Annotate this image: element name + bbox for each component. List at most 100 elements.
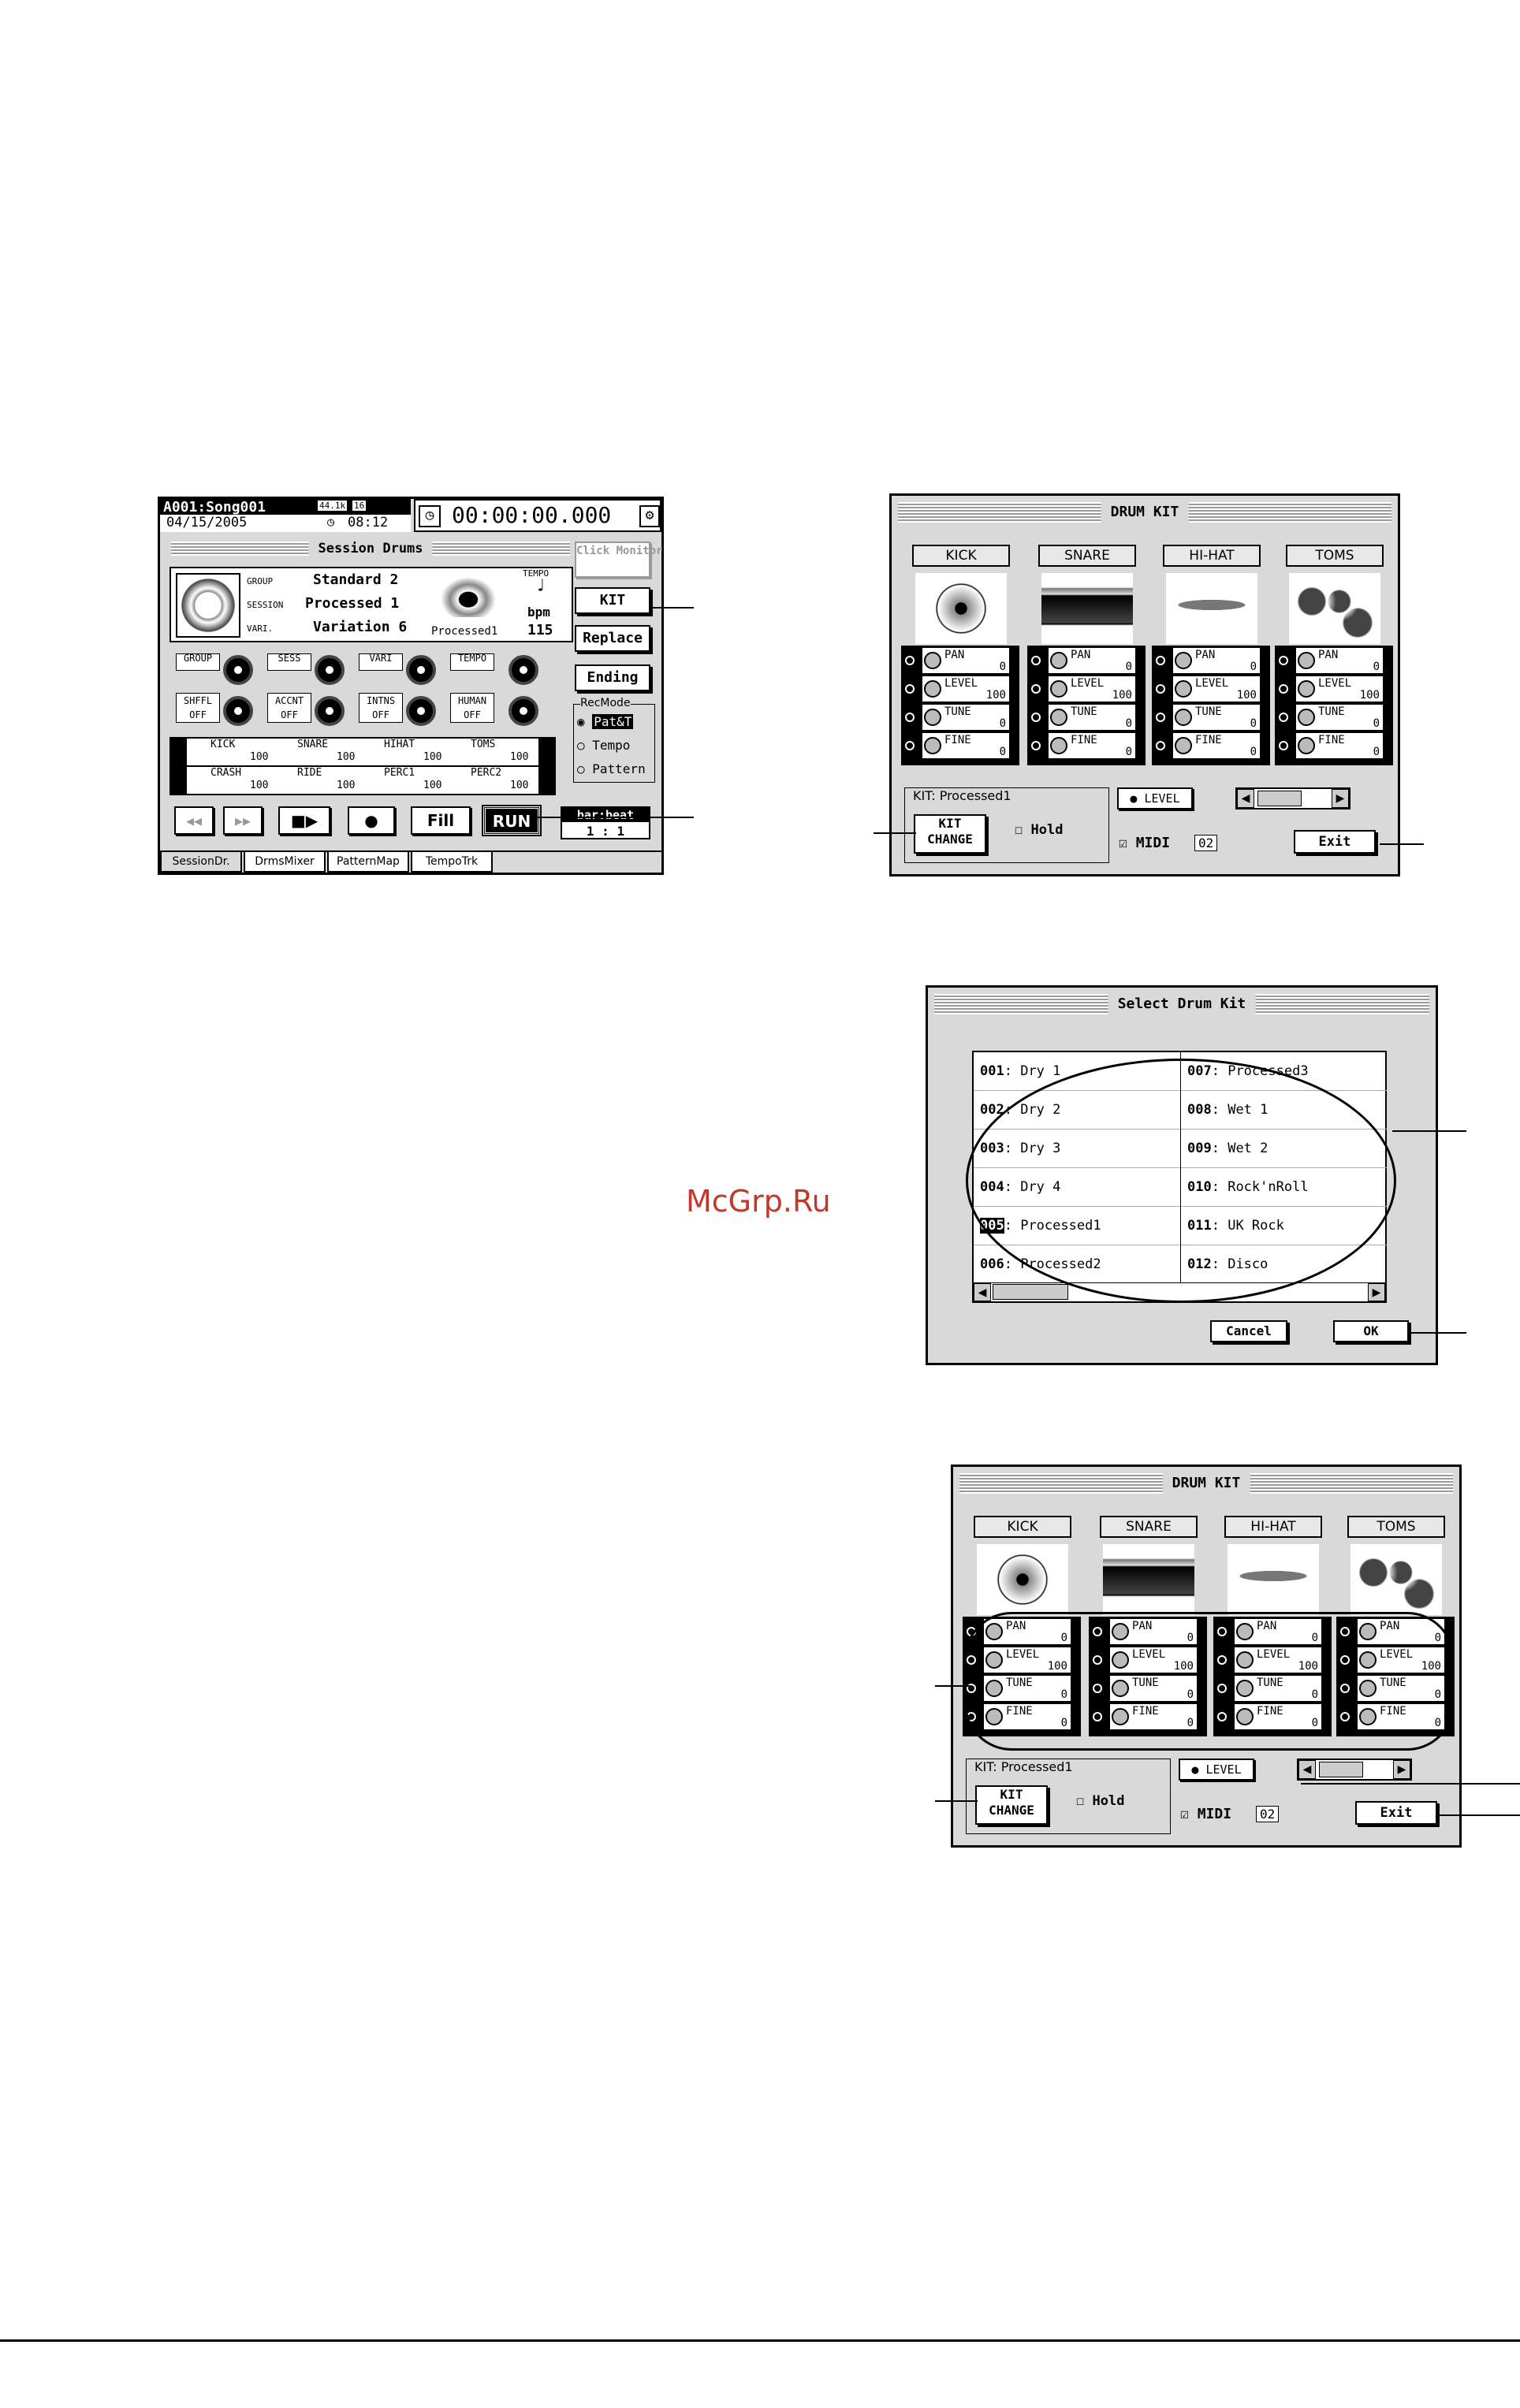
scroll-thumb[interactable] xyxy=(1319,1762,1363,1777)
scroll-thumb[interactable] xyxy=(1257,791,1302,806)
kick-level[interactable]: LEVEL 100 xyxy=(922,676,1010,702)
play-button[interactable]: ■▶ xyxy=(278,806,330,835)
knob-icon xyxy=(1050,652,1067,669)
run-button[interactable]: RUN xyxy=(482,805,542,836)
kick-drum-icon xyxy=(915,573,1007,644)
hold-checkbox[interactable]: ☐ Hold xyxy=(1076,1793,1124,1809)
scroll-right-icon[interactable]: ▶ xyxy=(1368,1283,1385,1301)
accnt-knob[interactable] xyxy=(315,696,345,726)
toms-fine[interactable]: FINE 0 xyxy=(1295,732,1384,759)
level-scrollbar[interactable]: ◀ ▶ xyxy=(1297,1759,1412,1781)
ok-button[interactable]: OK xyxy=(1333,1320,1409,1342)
kick-tune[interactable]: TUNE 0 xyxy=(922,704,1010,731)
recmode-pat-radio[interactable]: ◉ Pat&T xyxy=(577,714,634,729)
settings-icon[interactable]: ⚙ xyxy=(639,505,660,527)
snare-level-name[interactable]: SNARE xyxy=(297,739,328,750)
cancel-button[interactable]: Cancel xyxy=(1210,1320,1287,1342)
group-knob[interactable] xyxy=(223,655,253,685)
kick-drum-icon xyxy=(977,1544,1068,1615)
snare-pan[interactable]: PAN 0 xyxy=(1048,647,1136,674)
hihat-level[interactable]: LEVEL 100 xyxy=(1172,676,1261,702)
knob-row-2: SHFFL OFF ACCNT OFF INTNS OFF HUMAN OFF xyxy=(170,691,573,731)
hihat-label: HI-HAT xyxy=(1224,1516,1322,1538)
knob-icon xyxy=(924,709,941,726)
sess-knob[interactable] xyxy=(315,655,345,685)
tempo-knob[interactable] xyxy=(509,655,538,685)
list-highlight-ellipse xyxy=(966,1059,1396,1303)
scroll-left-icon[interactable]: ◀ xyxy=(1237,789,1254,808)
hihat-fine[interactable]: FINE 0 xyxy=(1172,732,1261,759)
tab-tempo-track[interactable]: TempoTrk xyxy=(411,852,493,873)
perc1-level-name[interactable]: PERC1 xyxy=(384,767,415,779)
snare-tune[interactable]: TUNE 0 xyxy=(1048,704,1136,731)
knob-icon xyxy=(1050,737,1067,754)
hold-checkbox[interactable]: ☐ Hold xyxy=(1015,822,1063,838)
record-button[interactable]: ● xyxy=(348,806,395,835)
perc1-level-value: 100 xyxy=(423,780,442,791)
tab-bar: SessionDr. DrmsMixer PatternMap TempoTrk xyxy=(160,850,661,873)
toms-icon xyxy=(1350,1544,1442,1615)
toms-pan[interactable]: PAN 0 xyxy=(1295,647,1384,674)
perc2-level-name[interactable]: PERC2 xyxy=(471,767,501,779)
ending-button[interactable]: Ending xyxy=(575,664,650,691)
crash-level-name[interactable]: CRASH xyxy=(210,767,241,779)
kit-change-button[interactable]: KIT CHANGE xyxy=(914,814,986,854)
intns-knob[interactable] xyxy=(406,696,436,726)
level-scrollbar[interactable]: ◀ ▶ xyxy=(1235,787,1350,809)
vari-knob[interactable] xyxy=(406,655,436,685)
kick-pan[interactable]: PAN 0 xyxy=(922,647,1010,674)
knob-row-1: GROUP SESS VARI TEMPO xyxy=(170,652,573,691)
rewind-button[interactable]: ◂◂ xyxy=(174,806,214,835)
hihat-params: PAN 0 LEVEL 100 TUNE 0 FINE 0 xyxy=(1152,646,1270,765)
kick-level-name[interactable]: KICK xyxy=(210,739,235,750)
locate-icon[interactable]: ◷ xyxy=(419,505,441,527)
midi-channel[interactable]: 02 xyxy=(1194,835,1218,851)
knob-icon xyxy=(1298,737,1315,754)
exit-button[interactable]: Exit xyxy=(1355,1801,1437,1825)
snare-level[interactable]: LEVEL 100 xyxy=(1048,676,1136,702)
callout-params xyxy=(935,1685,970,1687)
toms-level-name[interactable]: TOMS xyxy=(471,739,495,750)
level-button[interactable]: ● LEVEL xyxy=(1179,1759,1254,1781)
human-knob[interactable] xyxy=(509,696,538,726)
hihat-tune[interactable]: TUNE 0 xyxy=(1172,704,1261,731)
click-monitor-button[interactable]: Click Monitor xyxy=(575,542,663,578)
scroll-thumb[interactable] xyxy=(993,1284,1068,1300)
snare-drum-icon xyxy=(1103,1544,1194,1615)
scroll-right-icon[interactable]: ▶ xyxy=(1332,789,1349,808)
midi-checkbox[interactable]: ☑ MIDI xyxy=(1119,835,1170,851)
tab-session-drums[interactable]: SessionDr. xyxy=(160,852,242,873)
toms-tune[interactable]: TUNE 0 xyxy=(1295,704,1384,731)
song-date: 04/15/2005 xyxy=(166,515,248,530)
fill-button[interactable]: Fill xyxy=(411,806,471,835)
hihat-pan[interactable]: PAN 0 xyxy=(1172,647,1261,674)
kick-fine[interactable]: FINE 0 xyxy=(922,732,1010,759)
callout-ok xyxy=(1411,1332,1466,1334)
snare-fine[interactable]: FINE 0 xyxy=(1048,732,1136,759)
tab-pattern-map[interactable]: PatternMap xyxy=(327,852,409,873)
knob-icon xyxy=(1298,680,1315,698)
shffl-knob[interactable] xyxy=(223,696,253,726)
level-button[interactable]: ● LEVEL xyxy=(1117,787,1193,809)
replace-button[interactable]: Replace xyxy=(575,625,650,652)
fast-forward-button[interactable]: ▸▸ xyxy=(223,806,263,835)
exit-button[interactable]: Exit xyxy=(1294,830,1376,854)
tab-drums-mixer[interactable]: DrmsMixer xyxy=(244,852,326,873)
hihat-icon xyxy=(1228,1544,1319,1615)
ride-level-name[interactable]: RIDE xyxy=(297,767,322,779)
hihat-level-name[interactable]: HIHAT xyxy=(384,739,415,750)
human-knob-label: HUMAN OFF xyxy=(450,693,494,723)
song-name: A001:Song001 xyxy=(163,499,266,515)
callout-scrollbar xyxy=(1301,1783,1520,1785)
toms-level[interactable]: LEVEL 100 xyxy=(1295,676,1384,702)
scroll-right-icon[interactable]: ▶ xyxy=(1393,1760,1410,1779)
recmode-tempo-radio[interactable]: ○ Tempo xyxy=(577,738,630,753)
scroll-left-icon[interactable]: ◀ xyxy=(1298,1760,1316,1779)
midi-checkbox[interactable]: ☑ MIDI xyxy=(1180,1806,1231,1822)
kit-change-button[interactable]: KIT CHANGE xyxy=(975,1785,1048,1825)
midi-channel[interactable]: 02 xyxy=(1256,1806,1280,1822)
kit-button[interactable]: KIT xyxy=(575,587,650,614)
recmode-pattern-radio[interactable]: ○ Pattern xyxy=(577,761,646,776)
part-levels: KICK 100 SNARE 100 HIHAT 100 TOMS 100 CR… xyxy=(170,737,556,795)
scroll-left-icon[interactable]: ◀ xyxy=(974,1283,991,1301)
